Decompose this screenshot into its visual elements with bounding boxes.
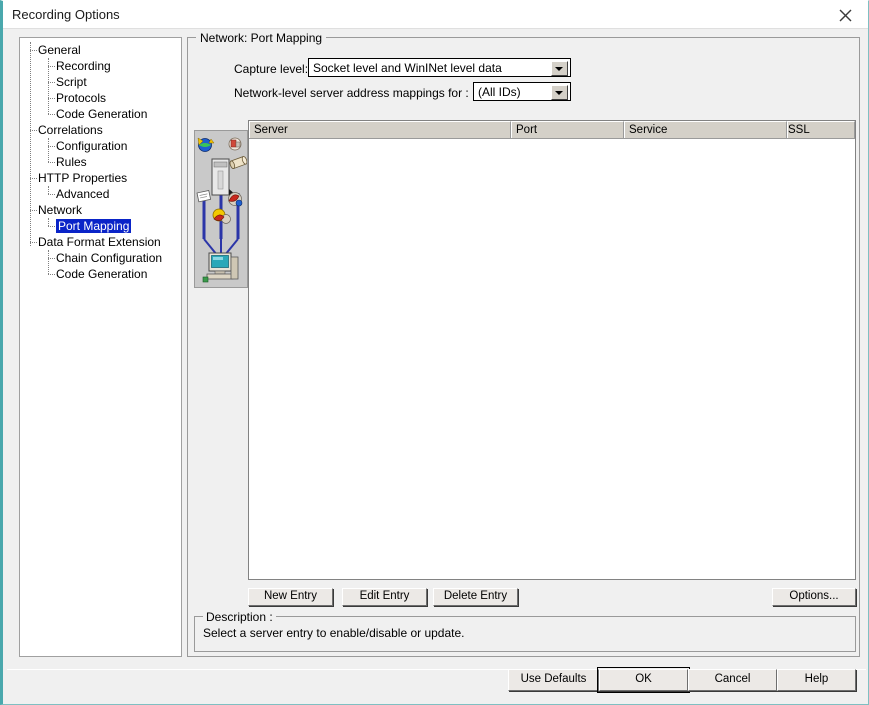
column-header-label: Server [254,124,288,136]
column-header-label: Port [516,124,538,136]
group-title: Network: Port Mapping [196,31,327,45]
edit-entry-button[interactable]: Edit Entry [342,588,427,606]
address-mappings-label: Network-level server address mappings fo… [234,86,469,100]
sidebar-item-code-generation[interactable]: Code Generation [20,106,181,122]
sidebar-item-label: Correlations [38,123,103,137]
sidebar-item-label: Port Mapping [56,219,132,233]
column-header-label: Service [629,124,668,136]
capture-level-combo[interactable]: Socket level and WinINet level data [308,58,571,77]
table-header-row: Server Port Service SSL [249,121,855,139]
sidebar-item-protocols[interactable]: Protocols [20,90,181,106]
network-topology-illustration [194,130,248,288]
sidebar-item-rules[interactable]: Rules [20,154,181,170]
tree-root: General Recording Script Protocols Code Gene… [20,38,181,282]
sidebar-item-correlations[interactable]: Correlations [20,122,181,138]
address-mappings-dropdown-arrow[interactable] [551,85,568,100]
network-topology-graphic [196,137,247,283]
sidebar-item-label: Data Format Extension [38,235,161,249]
sidebar-item-script[interactable]: Script [20,74,181,90]
column-header-label: SSL [788,124,810,136]
port-mapping-group: Network: Port Mapping Capture level: Soc… [187,31,860,657]
address-mappings-value: (All IDs) [478,85,521,99]
port-mapping-table[interactable]: Server Port Service SSL [248,120,856,580]
sidebar-item-chain-configuration[interactable]: Chain Configuration [20,250,181,266]
sidebar-item-data-format-extension[interactable]: Data Format Extension [20,234,181,250]
tree-branch-line [48,58,49,114]
sidebar-item-label: Rules [56,155,87,169]
sidebar-item-label: Advanced [56,187,110,201]
description-text: Select a server entry to enable/disable … [203,626,465,640]
description-title: Description : [203,610,276,624]
chevron-down-icon [555,91,563,95]
sidebar-item-configuration[interactable]: Configuration [20,138,181,154]
capture-level-label: Capture level: [234,62,309,76]
column-header-service[interactable]: Service [624,121,787,138]
dialog-content: General Recording Script Protocols Code Gene… [7,29,866,702]
sidebar-item-network[interactable]: Network [20,202,181,218]
use-defaults-button[interactable]: Use Defaults [508,669,599,691]
sidebar-item-http-properties[interactable]: HTTP Properties [20,170,181,186]
sidebar-item-port-mapping[interactable]: Port Mapping [20,218,181,234]
close-button[interactable] [823,1,868,28]
sidebar-item-label: Configuration [56,139,128,153]
sidebar-item-label: Network [38,203,83,217]
column-header-port[interactable]: Port [511,121,624,138]
capture-level-dropdown-arrow[interactable] [551,61,568,76]
sidebar-item-label: Code Generation [56,107,148,121]
cancel-button[interactable]: Cancel [688,669,777,691]
new-entry-button[interactable]: New Entry [248,588,333,606]
tree-branch-line [48,250,49,274]
sidebar-item-label: Protocols [56,91,107,105]
sidebar-item-label: HTTP Properties [38,171,128,185]
settings-tree[interactable]: General Recording Script Protocols Code Gene… [19,37,182,657]
sidebar-item-label: Chain Configuration [56,251,163,265]
sidebar-item-label: Code Generation [56,267,148,281]
chevron-down-icon [555,67,563,71]
sidebar-item-code-generation[interactable]: Code Generation [20,266,181,282]
capture-level-value: Socket level and WinINet level data [313,61,502,75]
table-body[interactable] [249,139,855,579]
help-button[interactable]: Help [777,669,856,691]
window-title: Recording Options [12,7,120,22]
recording-options-dialog: Recording Options General Recording Script… [0,0,869,705]
tree-branch-line [48,138,49,162]
sidebar-item-label: Script [56,75,87,89]
sidebar-item-label: General [38,43,81,57]
delete-entry-button[interactable]: Delete Entry [433,588,518,606]
tree-branch-line [48,218,49,226]
sidebar-item-general[interactable]: General [20,42,181,58]
sidebar-item-label: Recording [56,59,111,73]
options-button[interactable]: Options... [772,588,856,606]
column-header-ssl[interactable]: SSL [787,121,855,138]
sidebar-item-recording[interactable]: Recording [20,58,181,74]
description-group: Description : Select a server entry to e… [194,610,856,652]
sidebar-item-advanced[interactable]: Advanced [20,186,181,202]
tree-branch-line [48,186,49,194]
address-mappings-combo[interactable]: (All IDs) [473,82,571,101]
close-icon [839,9,852,22]
title-bar: Recording Options [3,1,868,29]
column-header-server[interactable]: Server [249,121,511,138]
ok-button[interactable]: OK [597,667,690,693]
